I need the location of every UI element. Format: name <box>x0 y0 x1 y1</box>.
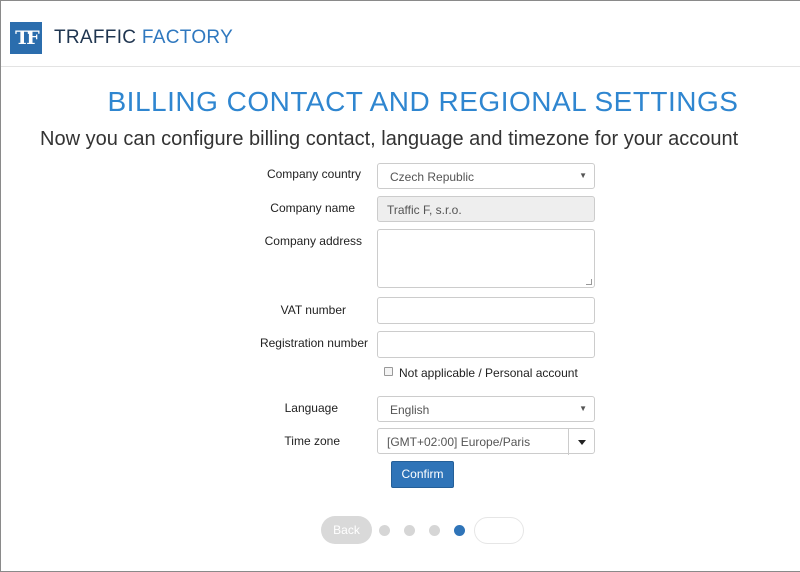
company-address-label: Company address <box>264 234 362 248</box>
step-dot-3 <box>429 525 440 536</box>
language-label: Language <box>284 401 338 415</box>
chevron-down-icon: ▼ <box>579 404 587 413</box>
brand-name-part2: FACTORY <box>141 27 234 48</box>
not-applicable-checkbox[interactable] <box>384 367 393 376</box>
company-name-field: Traffic F, s.r.o. <box>377 196 595 222</box>
resize-handle-icon[interactable] <box>586 279 592 285</box>
company-address-textarea[interactable] <box>377 229 595 288</box>
step-dot-1 <box>379 525 390 536</box>
brand-name-part1: TRAFFIC <box>54 27 137 48</box>
time-zone-label: Time zone <box>284 434 340 448</box>
company-country-select[interactable]: Czech Republic ▼ <box>377 163 595 189</box>
step-dot-2 <box>404 525 415 536</box>
back-button[interactable]: Back <box>321 516 372 544</box>
time-zone-dropdown-button[interactable] <box>568 429 594 455</box>
registration-number-label: Registration number <box>259 336 368 350</box>
company-country-value: Czech Republic <box>390 170 475 184</box>
chevron-down-icon: ▼ <box>579 171 587 180</box>
logo-icon[interactable]: TF <box>10 22 42 54</box>
time-zone-value: [GMT+02:00] Europe/Paris <box>387 435 531 449</box>
caret-down-icon <box>578 440 586 445</box>
vat-number-input[interactable] <box>377 297 595 324</box>
company-name-label: Company name <box>270 201 355 215</box>
vat-number-label: VAT number <box>280 303 346 317</box>
step-dot-4 <box>454 525 465 536</box>
language-value: English <box>390 403 430 417</box>
next-button[interactable] <box>474 517 524 544</box>
time-zone-select[interactable]: [GMT+02:00] Europe/Paris <box>377 428 595 455</box>
language-select[interactable]: English ▼ <box>377 396 595 422</box>
registration-number-input[interactable] <box>377 331 595 358</box>
not-applicable-label[interactable]: Not applicable / Personal account <box>399 366 578 380</box>
brand-name[interactable]: TRAFFIC FACTORY <box>54 27 233 49</box>
top-header: TF TRAFFIC FACTORY <box>1 1 800 67</box>
page-subtitle: Now you can configure billing contact, l… <box>40 128 739 150</box>
page-title: BILLING CONTACT AND REGIONAL SETTINGS <box>107 86 739 117</box>
confirm-button[interactable]: Confirm <box>391 461 454 488</box>
company-country-label: Company country <box>266 167 361 181</box>
